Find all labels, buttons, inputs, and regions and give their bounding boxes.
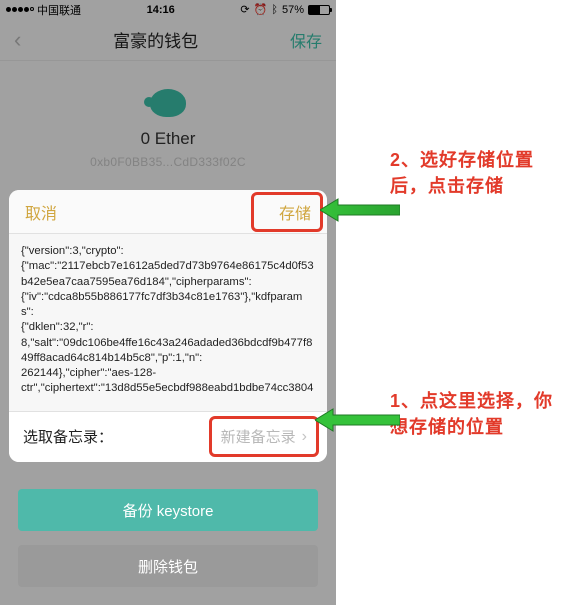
modal-header: 取消 存储 xyxy=(9,190,327,234)
export-modal: 取消 存储 {"version":3,"crypto": {"mac":"211… xyxy=(9,190,327,462)
arrow-to-store-icon xyxy=(320,196,400,224)
backup-keystore-button[interactable]: 备份 keystore xyxy=(18,489,318,531)
store-button[interactable]: 存储 xyxy=(279,200,311,224)
memo-action-text: 新建备忘录 xyxy=(221,426,296,447)
memo-label: 选取备忘录： xyxy=(23,426,113,447)
new-memo-button[interactable]: 新建备忘录 › xyxy=(215,422,313,451)
memo-row: 选取备忘录： 新建备忘录 › xyxy=(9,412,327,462)
annotation-step-1: 1、点这里选择，你想存储的位置 xyxy=(390,388,565,440)
annotation-step-2: 2、选好存储位置后，点击存储 xyxy=(390,147,560,199)
bottom-buttons: 备份 keystore 删除钱包 xyxy=(18,489,318,587)
delete-wallet-button[interactable]: 删除钱包 xyxy=(18,545,318,587)
keystore-json-text: {"version":3,"crypto": {"mac":"2117ebcb7… xyxy=(9,234,327,412)
cancel-button[interactable]: 取消 xyxy=(25,200,57,224)
phone-frame: 中国联通 14:16 ⟳ ⏰ ᛒ 57% ‹ 富豪的钱包 保存 0 Ether … xyxy=(0,0,336,605)
chevron-right-icon: › xyxy=(302,428,307,446)
arrow-to-memo-icon xyxy=(315,406,400,434)
